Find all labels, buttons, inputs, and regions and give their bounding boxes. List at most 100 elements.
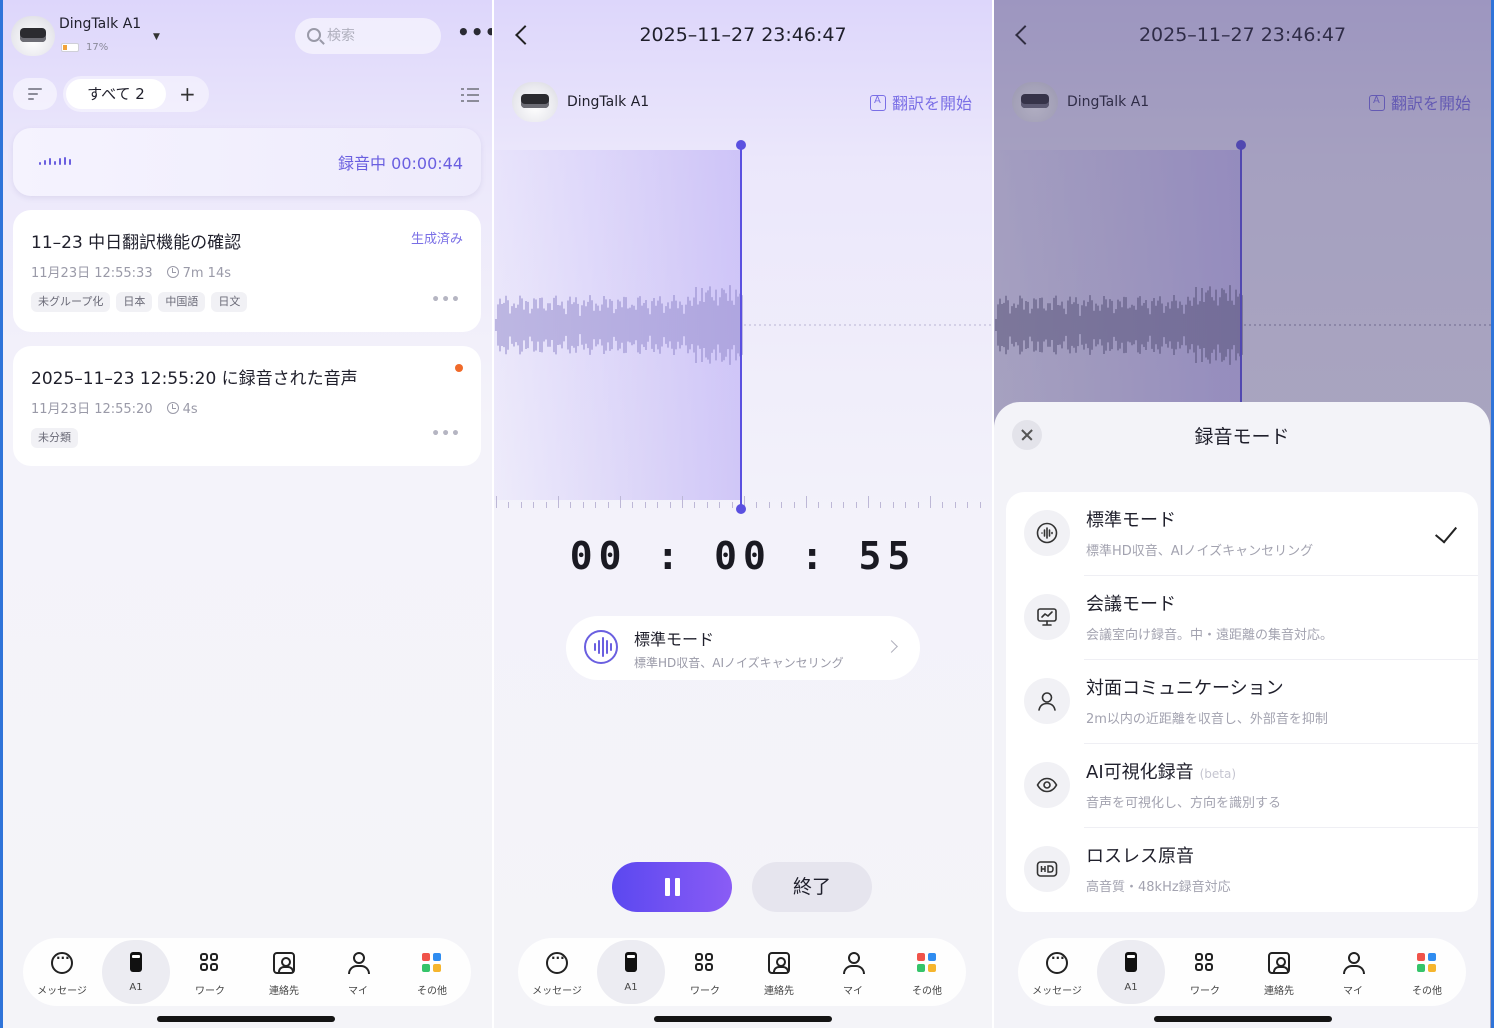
nav-item-grid[interactable]: ワーク [668,938,742,1006]
card-more-icon[interactable]: ••• [431,426,461,442]
ruler-tick [644,502,646,508]
ruler-tick [954,502,956,508]
start-translation-button[interactable]: 翻訳を開始 [869,90,972,114]
active-recording-card[interactable]: 録音中 00:00:44 [13,128,481,196]
nav-item-device[interactable]: A1 [1094,938,1168,1006]
device-avatar [1012,82,1058,122]
filter-chip-all[interactable]: すべて 2 [66,79,166,109]
chat-icon [546,951,568,974]
nav-label: ワーク [690,986,720,997]
list-header: DingTalk A1 17% ▼ ••• [7,14,492,60]
start-translation-button[interactable]: 翻訳を開始 [1368,90,1471,114]
nav-item-person[interactable]: マイ [816,938,890,1006]
mode-select-screen: 2025–11–27 23:46:47 DingTalk A1 翻訳を開始 録音… [994,0,1494,1028]
checkmark-icon [1434,520,1458,544]
nav-item-person[interactable]: マイ [1316,938,1390,1006]
generated-badge: 生成済み [410,232,463,247]
waveform-icon [584,630,618,664]
mode-list: 標準モード 標準HD収音、AIノイズキャンセリング 会議モード 会議室向け録音。… [1006,492,1478,912]
mode-description: 会議室向け録音。中・遠距離の集音対応。 [1086,628,1334,643]
stop-button[interactable]: 終了 [752,862,872,912]
pause-button[interactable] [612,862,732,912]
device-avatar [512,82,558,122]
nav-label: 連絡先 [269,986,299,997]
unread-dot [455,364,463,372]
nav-item-grid[interactable]: ワーク [1168,938,1242,1006]
nav-item-apps[interactable]: その他 [395,938,469,1006]
search-icon [307,28,321,42]
contact-card-icon [273,952,295,974]
person-icon [1038,692,1056,711]
search-input[interactable] [327,25,427,47]
nav-item-device[interactable]: A1 [594,938,668,1006]
eye-icon [1036,777,1058,793]
card-meta: 11月23日 12:55:20 4s [31,398,198,417]
mode-name: AI可視化録音 (beta) [1086,758,1236,784]
ruler-tick [793,502,795,508]
grid-icon [694,952,716,974]
device-name[interactable]: DingTalk A1 [59,16,141,32]
ruler-tick [768,502,770,508]
grid-icon [199,952,221,974]
mode-description: 高音質・48kHz録音対応 [1086,880,1231,895]
mode-description: 標準HD収音、AIノイズキャンセリング [1086,544,1314,559]
mode-option-meeting[interactable]: 会議モード 会議室向け録音。中・遠距離の集音対応。 [1006,576,1478,660]
nav-label: その他 [912,986,942,997]
mode-option-face-to-face[interactable]: 対面コミュニケーション 2m以内の近距離を収音し、外部音を抑制 [1006,660,1478,744]
mode-name: 標準モード [634,630,715,649]
playhead-top-handle[interactable] [736,140,746,150]
ruler-tick [657,502,659,508]
ruler-tick [582,502,584,508]
tag: 未分類 [31,428,78,448]
sort-button[interactable] [13,78,57,110]
nav-item-chat[interactable]: メッセージ [25,938,99,1006]
nav-label: マイ [843,986,863,997]
nav-item-apps[interactable]: その他 [1390,938,1464,1006]
device-dropdown-icon[interactable]: ▼ [153,32,160,42]
nav-item-contact-card[interactable]: 連絡先 [247,938,321,1006]
mode-name: 対面コミュニケーション [1086,678,1284,699]
nav-label: A1 [1124,982,1138,993]
battery-percent: 17% [86,42,109,53]
more-options-icon[interactable]: ••• [457,20,492,44]
apps-icon [1416,952,1438,974]
multi-select-icon[interactable] [461,86,479,104]
mode-option-standard[interactable]: 標準モード 標準HD収音、AIノイズキャンセリング [1006,492,1478,576]
device-avatar[interactable] [11,16,55,56]
ruler-tick [818,502,820,508]
mode-option-lossless[interactable]: ロスレス原音 高音質・48kHz録音対応 [1006,828,1478,912]
beta-badge: (beta) [1199,767,1237,781]
recording-card[interactable]: 2025–11–23 12:55:20 に録音された音声 11月23日 12:5… [13,346,481,466]
ruler-tick [496,496,497,508]
add-filter-button[interactable]: + [179,79,196,109]
nav-item-device[interactable]: A1 [99,938,173,1006]
filter-chip-row: すべて 2 + [63,76,209,112]
ruler-tick [830,502,832,508]
mode-option-ai-visual[interactable]: AI可視化録音 (beta) 音声を可視化し、方向を識別する [1006,744,1478,828]
ruler-tick [892,502,894,508]
search-box[interactable] [295,18,441,54]
card-more-icon[interactable]: ••• [431,292,461,308]
nav-item-person[interactable]: マイ [321,938,395,1006]
ruler-tick [756,502,758,508]
nav-item-chat[interactable]: メッセージ [520,938,594,1006]
nav-item-grid[interactable]: ワーク [173,938,247,1006]
nav-item-contact-card[interactable]: 連絡先 [1242,938,1316,1006]
nav-item-apps[interactable]: その他 [890,938,964,1006]
nav-item-contact-card[interactable]: 連絡先 [742,938,816,1006]
ruler-tick [508,502,510,508]
bottom-nav: メッセージ A1 ワーク 連絡先 マイ その他 [23,938,471,1006]
tag: 中国語 [158,292,206,312]
card-duration: 4s [182,402,198,417]
nav-label: マイ [1343,986,1363,997]
ruler-tick [558,496,559,508]
ruler-tick [930,496,931,508]
playhead-bottom-handle[interactable] [736,504,746,514]
nav-item-chat[interactable]: メッセージ [1020,938,1094,1006]
playhead[interactable] [740,144,742,510]
card-title: 2025–11–23 12:55:20 に録音された音声 [31,369,358,389]
recording-card[interactable]: 11–23 中日翻訳機能の確認 生成済み 11月23日 12:55:33 7m 1… [13,210,481,332]
home-indicator [1154,1016,1332,1022]
recording-mode-selector[interactable]: 標準モード 標準HD収音、AIノイズキャンセリング [566,616,920,680]
clock-icon [166,266,179,278]
